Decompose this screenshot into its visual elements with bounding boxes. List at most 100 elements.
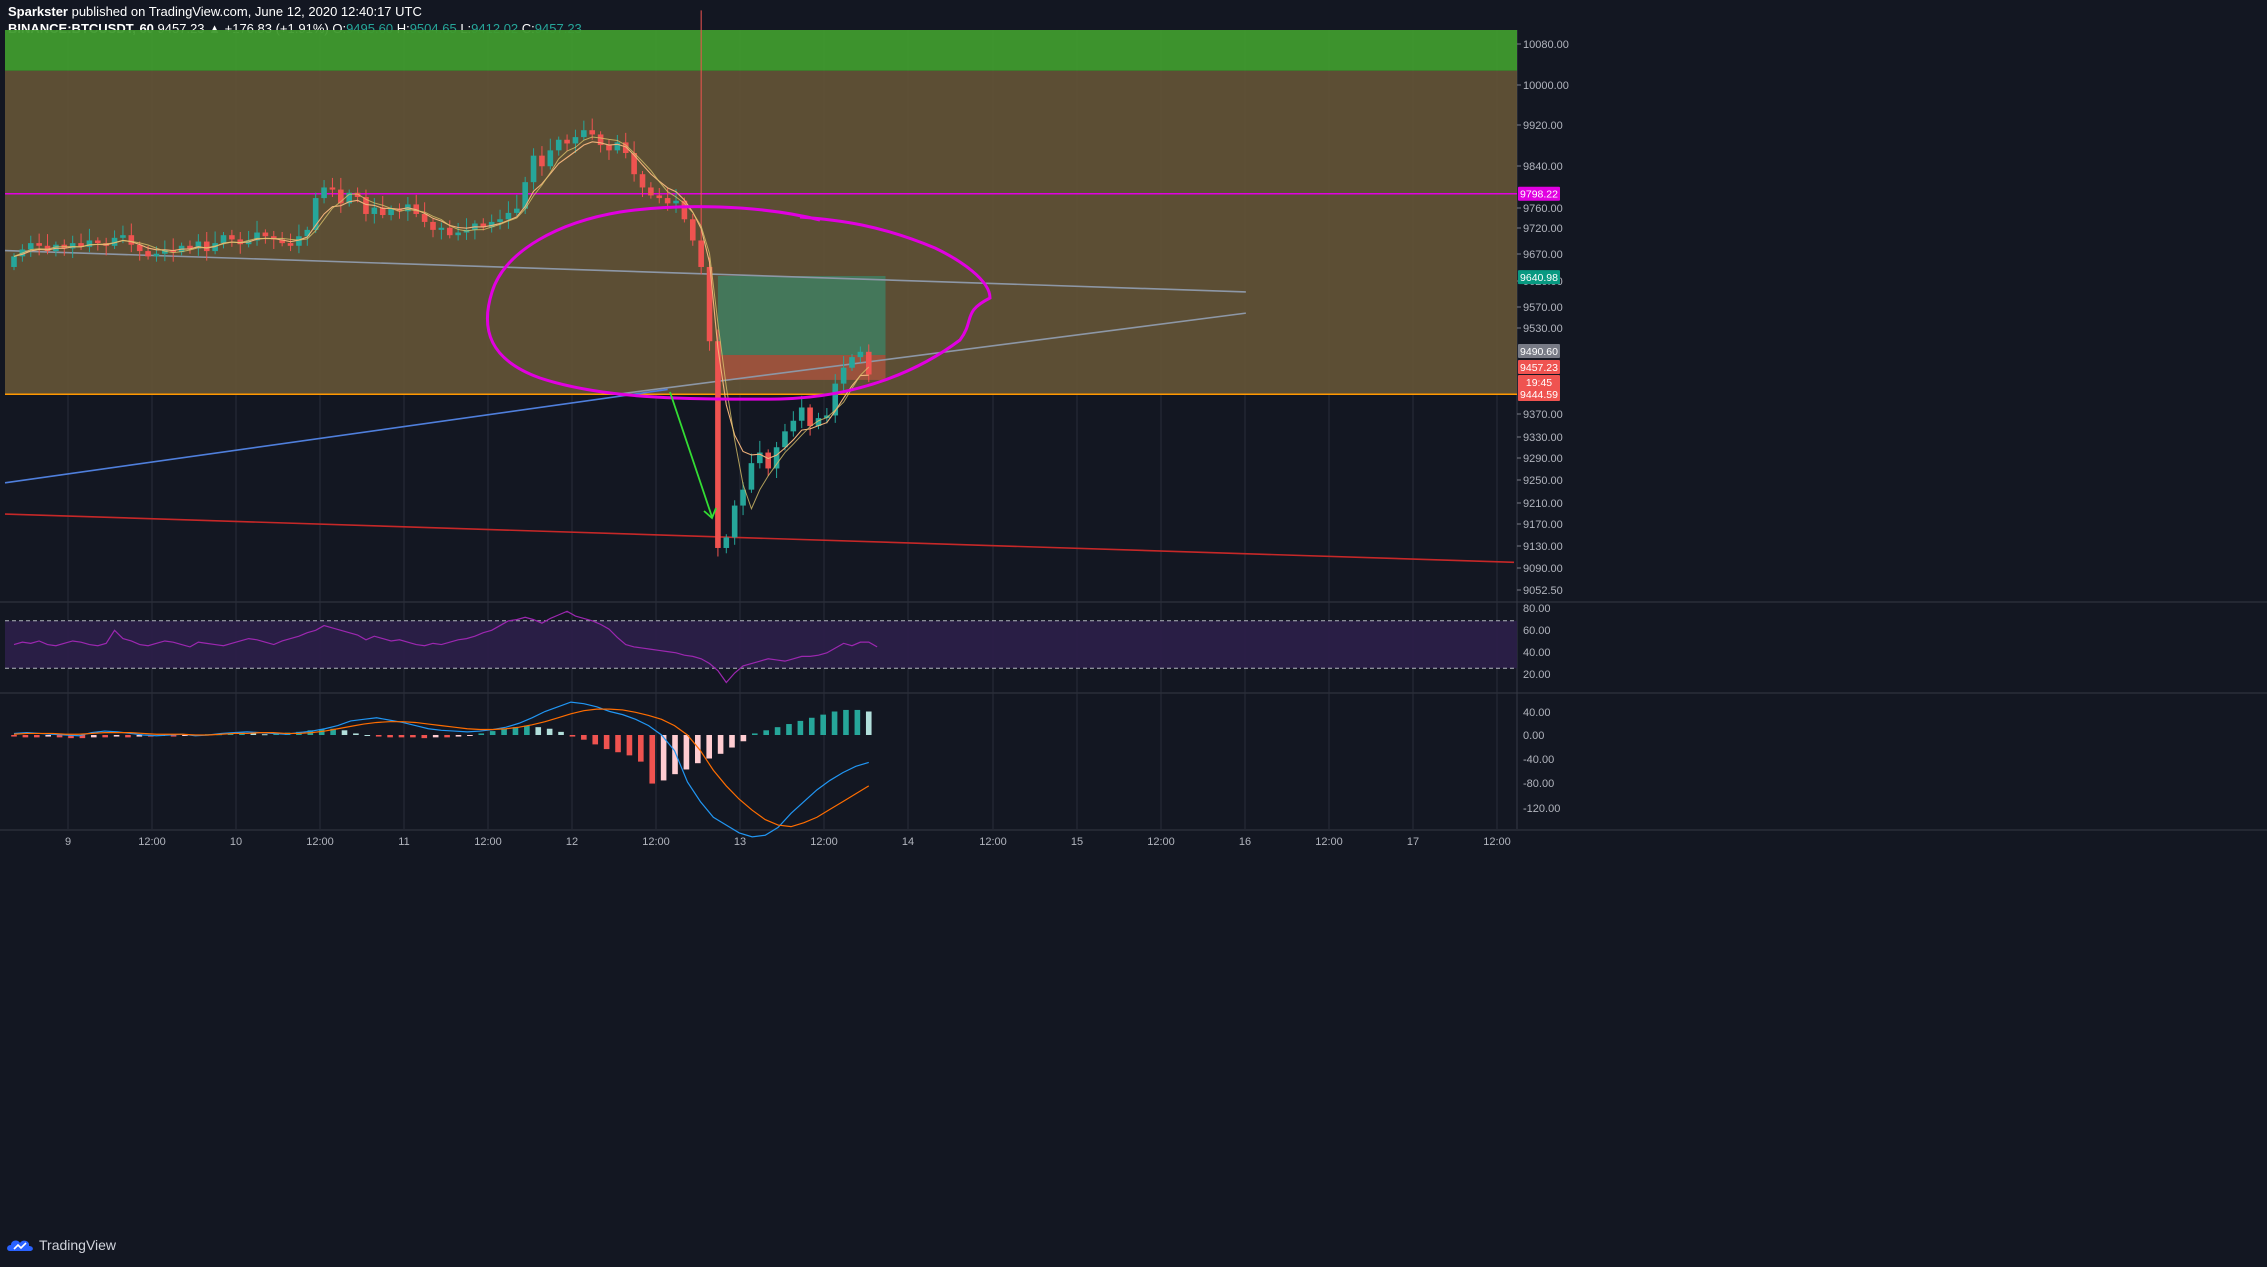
price-label-text: 9490.60 [1520, 346, 1558, 358]
candle-body [748, 463, 755, 490]
candle-body [572, 137, 579, 144]
y-tick-label: 10080.00 [1523, 39, 1569, 51]
y-tick-label: 9130.00 [1523, 541, 1563, 553]
x-tick-label: 12:00 [1483, 836, 1511, 848]
macd-histogram-bar [626, 735, 633, 756]
candle-body [371, 207, 378, 214]
y-tick-label: 9530.00 [1523, 323, 1563, 335]
rsi-tick-label: 80.00 [1523, 603, 1551, 615]
candle-body [438, 227, 445, 230]
x-tick-label: 12:00 [474, 836, 502, 848]
candle-body [505, 212, 512, 220]
macd-histogram-bar [11, 735, 17, 737]
candle-body [715, 341, 721, 548]
macd-histogram-bar [467, 735, 473, 736]
tradingview-logo[interactable]: TradingView [6, 1237, 116, 1253]
macd-tick-label: 0.00 [1523, 730, 1544, 742]
macd-histogram-bar [797, 720, 804, 735]
macd-histogram-bar [865, 711, 872, 735]
candle-body [857, 351, 864, 358]
candle-body [740, 489, 746, 506]
price-label: 19:45 [1518, 375, 1560, 389]
candle-body [262, 232, 269, 237]
candle-body [564, 139, 570, 144]
macd-histogram-bar [102, 735, 108, 738]
zone-layer [5, 30, 1517, 395]
candle-body [304, 229, 311, 237]
price-label: 9490.60 [1518, 344, 1560, 358]
macd-histogram-bar [489, 731, 496, 735]
macd-histogram-bar [56, 735, 63, 738]
macd-histogram-bar [375, 735, 382, 737]
candle [312, 192, 319, 234]
chart-canvas[interactable]: 9 12:00 10 12:00 11 12:00 12 12:00 13 12:00 14 12:0… [0, 0, 2267, 1267]
y-tick-label: 9210.00 [1523, 498, 1563, 510]
x-tick-label: 12:00 [810, 836, 838, 848]
candle-body [547, 150, 554, 167]
rsi-tick-label: 60.00 [1523, 625, 1551, 637]
macd-histogram-bar [22, 735, 29, 738]
candle-body [807, 407, 813, 427]
candle [773, 441, 780, 478]
price-label: 9798.22 [1518, 186, 1560, 201]
candle-body [220, 235, 227, 244]
candle-body [731, 505, 738, 538]
rsi-pane [5, 610, 1517, 684]
x-tick-label: 12:00 [979, 836, 1007, 848]
candle-body [656, 195, 663, 199]
rsi-tick-label: 40.00 [1523, 647, 1551, 659]
macd-histogram-bar [615, 735, 621, 753]
blue-support-trend [4, 388, 668, 484]
macd-histogram-bar [786, 724, 792, 735]
macd-histogram-bar [672, 735, 678, 775]
candle [807, 404, 813, 436]
price-label-text: 9457.23 [1520, 362, 1558, 374]
macd-histogram-bar [353, 733, 359, 735]
candle-body [446, 227, 453, 236]
macd-histogram-bar [581, 735, 587, 740]
candle-body [782, 431, 788, 448]
macd-histogram-bar [638, 735, 644, 762]
macd-histogram-bar [364, 735, 371, 736]
green-zone [5, 30, 1517, 71]
y-tick-label: 9250.00 [1523, 475, 1563, 487]
candle-body [865, 351, 872, 375]
red-trend [4, 513, 1515, 564]
candle-body [765, 452, 771, 469]
candle-body [673, 200, 679, 204]
tradingview-brand: TradingView [39, 1237, 117, 1253]
macd-histogram-bar [603, 735, 610, 750]
macd-tick-label: -120.00 [1523, 803, 1560, 815]
candle-body [648, 187, 654, 196]
y-tick-label: 9760.00 [1523, 203, 1563, 215]
y-tick-label: 9170.00 [1523, 519, 1563, 531]
macd-histogram-bar [717, 735, 724, 754]
macd-histogram-bar [729, 735, 735, 748]
candle-body [497, 219, 503, 222]
macd-histogram-bar [808, 717, 815, 735]
macd-histogram-bar [410, 735, 416, 738]
macd-histogram-bar [831, 711, 838, 735]
macd-histogram-bar [706, 735, 713, 759]
candle-body [522, 182, 528, 209]
candle-body [689, 219, 696, 241]
macd-histogram-bar [683, 735, 690, 770]
macd-tick-label: -80.00 [1523, 778, 1554, 790]
macd-histogram-bar [113, 735, 120, 737]
candle-body [11, 256, 17, 267]
x-tick-label: 12:00 [1315, 836, 1343, 848]
x-tick-label: 12:00 [138, 836, 166, 848]
macd-histogram-bar [478, 733, 485, 735]
macd-histogram-bar [455, 735, 462, 737]
candle-body [539, 155, 545, 167]
candle-body [581, 130, 587, 138]
candle-body [145, 251, 151, 257]
candle [765, 449, 771, 476]
x-tick-label: 12:00 [306, 836, 334, 848]
macd-histogram-bar [660, 735, 667, 781]
candle-body [514, 208, 520, 213]
macd-tick-label: 40.00 [1523, 707, 1551, 719]
macd-histogram-bar [125, 735, 131, 738]
candle-body [421, 213, 428, 222]
y-tick-label: 9370.00 [1523, 409, 1563, 421]
